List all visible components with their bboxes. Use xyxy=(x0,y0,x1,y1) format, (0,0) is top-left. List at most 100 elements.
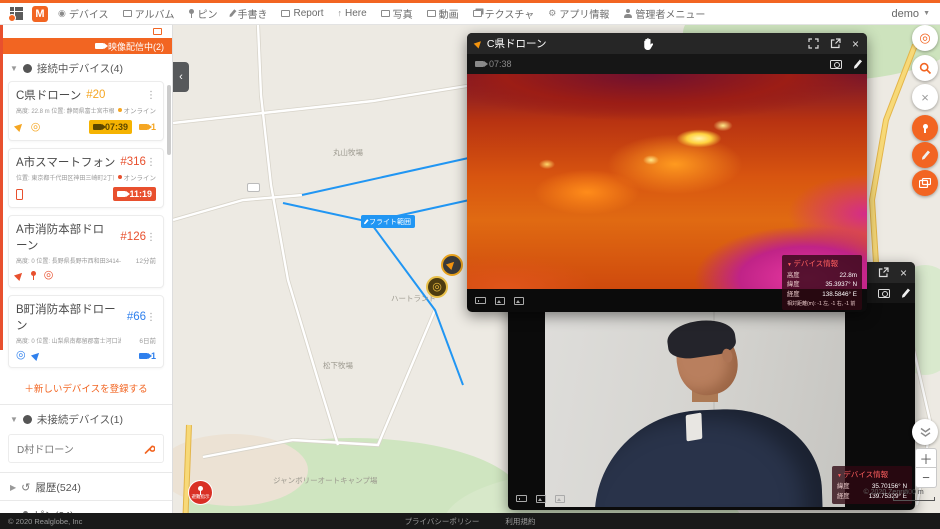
device-info-panel[interactable]: デバイス情報 高度22.8m 緯度35.3937° N 経度138.5846° … xyxy=(782,255,862,310)
target-map-marker[interactable]: ◎ xyxy=(426,276,448,298)
brand-logo[interactable]: M xyxy=(32,6,48,22)
stream-mini-icon xyxy=(153,28,162,35)
zoom-out-button[interactable]: − xyxy=(915,468,937,488)
navigation-arrow-icon[interactable]: ▶ xyxy=(14,269,27,282)
kebab-menu-icon[interactable]: ⋮ xyxy=(146,90,156,101)
pin-icon[interactable] xyxy=(31,271,37,280)
annotate-pencil-icon[interactable] xyxy=(901,288,910,298)
image-icon[interactable] xyxy=(555,495,565,503)
pencil-icon xyxy=(363,219,368,225)
clear-button[interactable]: × xyxy=(912,84,938,110)
search-icon xyxy=(919,62,932,75)
external-link-icon[interactable] xyxy=(878,267,889,278)
menu-photo[interactable]: 写真 xyxy=(381,6,413,21)
kebab-menu-icon[interactable]: ⋮ xyxy=(146,232,156,243)
add-device-link[interactable]: ＋新しいデバイスを登録する xyxy=(0,375,172,404)
kebab-menu-icon[interactable]: ⋮ xyxy=(146,157,156,168)
close-icon[interactable]: × xyxy=(900,267,907,279)
target-icon[interactable]: ◎ xyxy=(44,270,54,281)
device-detail: 高度: 0 位置: 長野県長野市西和田3414-1 xyxy=(16,256,121,265)
image-icon[interactable] xyxy=(514,297,524,305)
navigation-arrow-icon[interactable]: ▶ xyxy=(30,349,43,362)
external-link-icon[interactable] xyxy=(830,38,841,49)
search-button[interactable] xyxy=(912,55,938,81)
video-feed xyxy=(545,309,845,507)
locate-button[interactable]: ◎ xyxy=(912,25,938,51)
menu-handwriting[interactable]: 手書き xyxy=(231,6,267,21)
target-icon: ◎ xyxy=(919,30,930,46)
image-icon[interactable] xyxy=(536,495,546,503)
stream-count: 1 xyxy=(139,351,156,361)
connected-devices-header[interactable]: ▼ 接続中デバイス(4) xyxy=(0,54,172,81)
snapshot-camera-icon[interactable] xyxy=(830,60,842,69)
wrench-icon[interactable] xyxy=(144,443,155,454)
image-icon[interactable] xyxy=(495,297,505,305)
evacuation-marker[interactable]: 避難指示 xyxy=(188,480,213,505)
photo-icon xyxy=(381,10,390,17)
road-shield xyxy=(247,183,260,192)
stream-time-badge[interactable]: 11:19 xyxy=(113,187,156,201)
drag-hand-icon[interactable] xyxy=(642,37,653,50)
disconnected-devices-header[interactable]: ▼ 未接続デバイス(1) xyxy=(0,405,172,432)
device-card[interactable]: B町消防本部ドローン #66 ⋮ 高度: 0 位置: 山梨県南都留郡富士河口湖町… xyxy=(8,295,164,368)
stream-time-badge[interactable]: 07:39 xyxy=(89,120,132,134)
sidebar-scrollbar[interactable] xyxy=(167,85,171,155)
menu-pin[interactable]: ピン xyxy=(188,6,217,21)
smartphone-icon[interactable] xyxy=(16,189,23,200)
stream-time: 07:38 xyxy=(489,59,512,69)
history-header[interactable]: ▶ ↺ 履歴(524) xyxy=(0,473,172,500)
target-icon[interactable]: ◎ xyxy=(31,122,41,133)
person-head xyxy=(671,321,744,400)
texture-icon xyxy=(473,10,482,17)
stream-count: 1 xyxy=(139,122,156,132)
menu-devices[interactable]: ◉デバイス xyxy=(58,6,109,21)
menu-app-info[interactable]: ⚙アプリ情報 xyxy=(548,6,609,21)
menu-texture[interactable]: テクスチャ xyxy=(473,6,535,21)
draw-tool-button[interactable] xyxy=(912,142,938,168)
map-place-label: 丸山牧場 xyxy=(333,147,363,158)
device-detail: 位置: 東京都千代田区神田三崎町2丁目20 xyxy=(16,173,114,182)
texture-tool-button[interactable] xyxy=(912,170,938,196)
top-navbar: M ◉デバイス アルバム ピン 手書き Report ↑Here 写真 動画 テ… xyxy=(0,0,940,25)
thermal-window-titlebar[interactable]: ▶ C県ドローン × xyxy=(467,33,867,54)
streaming-banner[interactable]: 映像配信中(2) xyxy=(3,38,172,54)
drone-map-marker[interactable]: ▶ xyxy=(441,254,463,276)
sidebar-collapse-button[interactable]: ‹ xyxy=(173,62,189,92)
disconnected-device-row[interactable]: D村ドローン xyxy=(8,434,164,463)
navigation-arrow-icon[interactable]: ▶ xyxy=(14,121,27,134)
app-launcher-icon[interactable] xyxy=(10,7,23,20)
target-icon: ◎ xyxy=(432,282,442,293)
device-name: A市消防本部ドローン xyxy=(16,221,115,253)
thermal-stream-window[interactable]: ▶ C県ドローン × 07:38 デバイス情報 高度22.8m 緯度35.393… xyxy=(467,33,867,312)
zoom-in-button[interactable]: ＋ xyxy=(915,448,937,468)
pin-icon xyxy=(198,486,204,495)
device-status: 12分前 xyxy=(136,255,156,265)
device-card[interactable]: C県ドローン #20 ⋮ 高度: 22.8 m 位置: 静岡県富士宮市根原150… xyxy=(8,81,164,141)
flight-area-label[interactable]: フライト範囲 xyxy=(361,215,415,228)
device-card[interactable]: A市消防本部ドローン #126 ⋮ 高度: 0 位置: 長野県長野市西和田341… xyxy=(8,215,164,288)
annotate-pencil-icon[interactable] xyxy=(853,59,862,69)
snapshot-camera-icon[interactable] xyxy=(878,289,890,298)
controls-icon[interactable] xyxy=(516,495,527,502)
devices-icon: ◉ xyxy=(58,9,66,18)
admin-user-icon xyxy=(623,9,632,18)
menu-video[interactable]: 動画 xyxy=(427,6,459,21)
menu-album[interactable]: アルバム xyxy=(123,6,175,21)
close-icon[interactable]: × xyxy=(852,38,859,50)
fullscreen-icon[interactable] xyxy=(808,38,819,49)
pins-header[interactable]: ▼ ピン(24) xyxy=(0,501,172,513)
menu-report[interactable]: Report xyxy=(281,8,323,19)
target-icon[interactable]: ◎ xyxy=(16,350,26,361)
privacy-policy-link[interactable]: プライバシーポリシー xyxy=(405,516,480,527)
menu-admin[interactable]: 管理者メニュー xyxy=(623,6,705,21)
pin-tool-button[interactable] xyxy=(912,115,938,141)
user-menu[interactable]: demo ▼ xyxy=(892,8,930,20)
layers-button[interactable] xyxy=(912,419,938,445)
device-name: C県ドローン xyxy=(16,87,81,103)
report-icon xyxy=(281,10,290,17)
kebab-menu-icon[interactable]: ⋮ xyxy=(146,312,156,323)
controls-icon[interactable] xyxy=(475,297,486,304)
terms-link[interactable]: 利用規約 xyxy=(505,516,535,527)
menu-here[interactable]: ↑Here xyxy=(337,8,366,19)
device-card[interactable]: A市スマートフォン #316 ⋮ 位置: 東京都千代田区神田三崎町2丁目20 オ… xyxy=(8,148,164,208)
